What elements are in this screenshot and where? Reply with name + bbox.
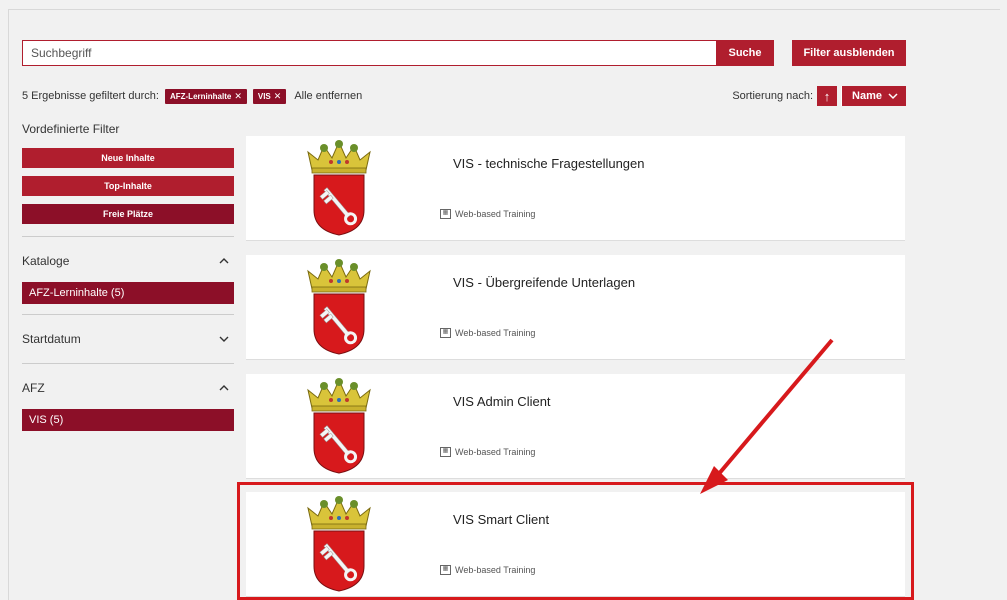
results-summary-row: 5 Ergebnisse gefiltert durch: AFZ-Lernin… bbox=[22, 88, 362, 104]
filter-toggle-button[interactable]: Filter ausblenden bbox=[792, 40, 906, 66]
arrow-up-icon: ↑ bbox=[823, 88, 831, 104]
card-type: ▦ Web-based Training bbox=[440, 565, 535, 575]
card-type-label: Web-based Training bbox=[455, 447, 536, 457]
chevron-up-icon bbox=[219, 258, 229, 264]
card-type: ▦ Web-based Training bbox=[440, 209, 535, 219]
sort-control: Sortierung nach: ↑ Name bbox=[732, 86, 906, 106]
section-title: AFZ bbox=[22, 381, 45, 395]
card-title[interactable]: VIS - technische Fragestellungen bbox=[453, 156, 645, 171]
filter-chip-vis[interactable]: VIS ✕ bbox=[252, 88, 287, 104]
card-type-label: Web-based Training bbox=[455, 565, 536, 575]
course-card[interactable]: VIS Admin Client ▦ Web-based Training bbox=[246, 374, 905, 479]
chip-label: AFZ-Lerninhalte bbox=[169, 91, 232, 101]
close-icon[interactable]: ✕ bbox=[274, 91, 282, 102]
search-button[interactable]: Suche bbox=[716, 40, 774, 66]
sort-field-value: Name bbox=[852, 90, 882, 102]
card-title[interactable]: VIS Smart Client bbox=[453, 512, 549, 527]
facet-item-afz-lerninhalte[interactable]: AFZ-Lerninhalte (5) bbox=[22, 282, 234, 304]
sort-label: Sortierung nach: bbox=[732, 90, 814, 102]
training-icon: ▦ bbox=[440, 565, 451, 575]
section-header-kataloge[interactable]: Kataloge bbox=[22, 247, 234, 275]
chip-label: VIS bbox=[257, 91, 271, 101]
bremen-coat-of-arms-icon bbox=[304, 140, 374, 236]
filter-sidebar: Vordefinierte Filter Neue Inhalte Top-In… bbox=[22, 120, 234, 441]
chevron-down-icon bbox=[888, 92, 898, 99]
section-title: Startdatum bbox=[22, 332, 81, 346]
bremen-coat-of-arms-icon bbox=[304, 496, 374, 592]
close-icon[interactable]: ✕ bbox=[234, 91, 242, 102]
facet-item-vis[interactable]: VIS (5) bbox=[22, 409, 234, 431]
predefined-filters-title: Vordefinierte Filter bbox=[22, 122, 120, 136]
divider bbox=[22, 363, 234, 364]
filter-new-content-button[interactable]: Neue Inhalte bbox=[22, 148, 234, 168]
divider bbox=[22, 314, 234, 315]
bremen-coat-of-arms-icon bbox=[304, 378, 374, 474]
section-header-startdatum[interactable]: Startdatum bbox=[22, 325, 234, 353]
section-title: Kataloge bbox=[22, 254, 70, 268]
section-header-afz[interactable]: AFZ bbox=[22, 374, 234, 402]
training-icon: ▦ bbox=[440, 447, 451, 457]
search-input[interactable] bbox=[22, 40, 716, 66]
card-title[interactable]: VIS - Übergreifende Unterlagen bbox=[453, 275, 635, 290]
training-icon: ▦ bbox=[440, 328, 451, 338]
chevron-down-icon bbox=[219, 336, 229, 342]
chevron-up-icon bbox=[219, 385, 229, 391]
divider bbox=[22, 236, 234, 237]
sort-direction-button[interactable]: ↑ bbox=[817, 86, 838, 106]
filter-top-content-button[interactable]: Top-Inhalte bbox=[22, 176, 234, 196]
filter-free-places-button[interactable]: Freie Plätze bbox=[22, 204, 234, 224]
bremen-coat-of-arms-icon bbox=[304, 259, 374, 355]
card-type-label: Web-based Training bbox=[455, 328, 536, 338]
card-type: ▦ Web-based Training bbox=[440, 328, 535, 338]
remove-all-filters-link[interactable]: Alle entfernen bbox=[294, 90, 362, 102]
card-type-label: Web-based Training bbox=[455, 209, 536, 219]
course-card[interactable]: VIS - technische Fragestellungen ▦ Web-b… bbox=[246, 136, 905, 241]
training-icon: ▦ bbox=[440, 209, 451, 219]
search-bar: Suche bbox=[22, 40, 774, 66]
card-type: ▦ Web-based Training bbox=[440, 447, 535, 457]
sort-field-select[interactable]: Name bbox=[841, 86, 906, 106]
course-card[interactable]: VIS Smart Client ▦ Web-based Training bbox=[246, 492, 905, 597]
card-title[interactable]: VIS Admin Client bbox=[453, 394, 551, 409]
filter-chip-afz[interactable]: AFZ-Lerninhalte ✕ bbox=[164, 88, 247, 104]
results-summary: 5 Ergebnisse gefiltert durch: bbox=[22, 90, 159, 102]
course-card[interactable]: VIS - Übergreifende Unterlagen ▦ Web-bas… bbox=[246, 255, 905, 360]
